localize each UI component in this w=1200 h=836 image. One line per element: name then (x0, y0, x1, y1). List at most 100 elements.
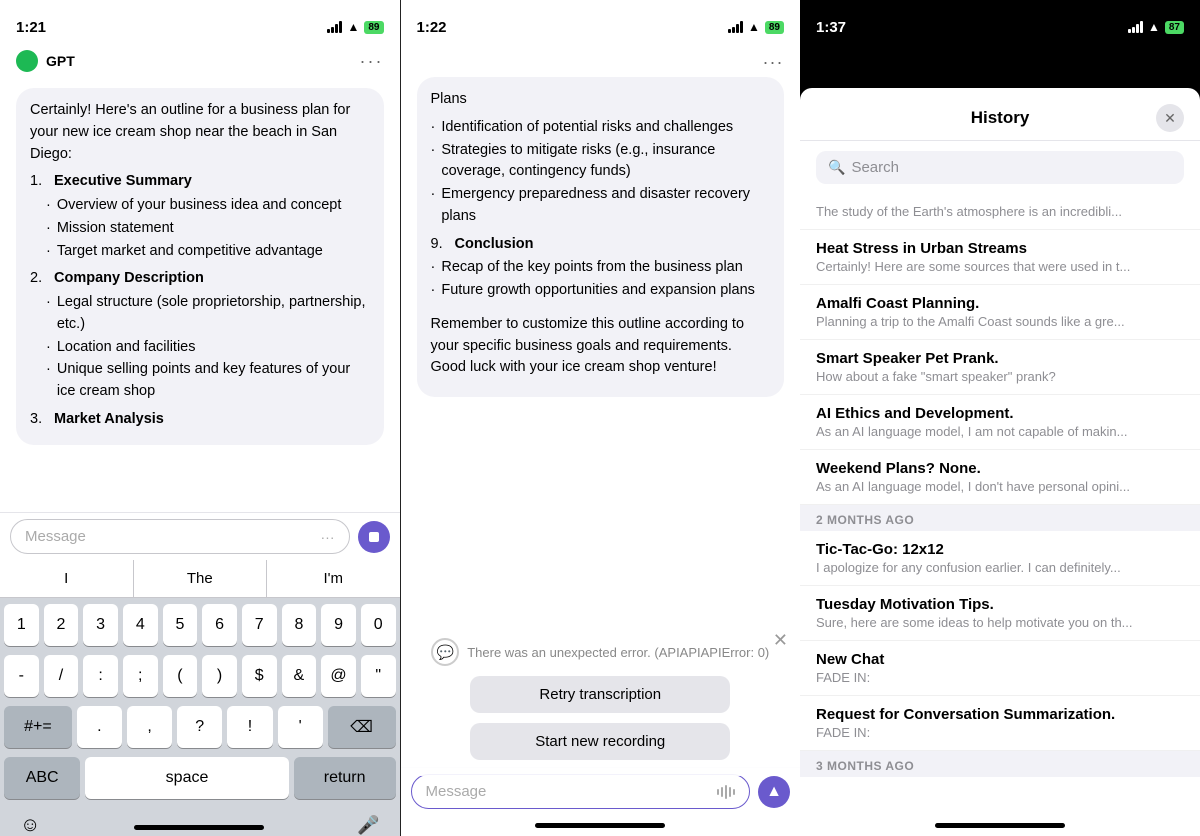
key-semicolon[interactable]: ; (123, 655, 158, 697)
key-period[interactable]: . (77, 706, 122, 748)
list-item: Overview of your business idea and conce… (46, 195, 370, 217)
outline-list: 1. Executive Summary Overview of your bu… (30, 171, 370, 430)
key-apostrophe[interactable]: ' (278, 706, 323, 748)
key-4[interactable]: 4 (123, 604, 158, 646)
message-placeholder-1: Message (25, 528, 86, 545)
key-0[interactable]: 0 (361, 604, 396, 646)
suggestion-im[interactable]: I'm (267, 560, 400, 597)
key-dollar[interactable]: $ (242, 655, 277, 697)
history-header: History ✕ (800, 88, 1200, 141)
key-6[interactable]: 6 (202, 604, 237, 646)
key-5[interactable]: 5 (163, 604, 198, 646)
status-time-1: 1:21 (16, 19, 46, 36)
history-item-preview: How about a fake "smart speaker" prank? (816, 369, 1156, 384)
key-return[interactable]: return (294, 757, 396, 799)
phone-panel-2: 1:22 ▲ 89 ... Plans Identification of po… (401, 0, 801, 836)
key-ampersand[interactable]: & (282, 655, 317, 697)
key-hashplus[interactable]: #+= (4, 706, 72, 748)
key-lparen[interactable]: ( (163, 655, 198, 697)
key-3[interactable]: 3 (83, 604, 118, 646)
key-9[interactable]: 9 (321, 604, 356, 646)
key-8[interactable]: 8 (282, 604, 317, 646)
send-button-2[interactable]: ▲ (758, 776, 790, 808)
key-rparen[interactable]: ) (202, 655, 237, 697)
history-item-conversation-summary[interactable]: Request for Conversation Summarization. … (800, 696, 1200, 751)
list-item: Mission statement (46, 218, 370, 240)
risk-list: Identification of potential risks and ch… (431, 117, 771, 228)
audio-wave-icon (717, 784, 735, 800)
panel2-dots-row: ... (401, 44, 801, 73)
history-list: The study of the Earth's atmosphere is a… (800, 194, 1200, 815)
wifi-icon-3: ▲ (1148, 20, 1160, 34)
partial-history-item[interactable]: The study of the Earth's atmosphere is a… (800, 194, 1200, 230)
signal-bar (327, 29, 330, 33)
message-field-2[interactable]: Message (411, 774, 751, 809)
wifi-icon: ▲ (347, 20, 359, 34)
history-item-ai-ethics[interactable]: AI Ethics and Development. As an AI lang… (800, 395, 1200, 450)
sub-list-1: Overview of your business idea and conce… (30, 195, 370, 262)
more-options-button-2[interactable]: ... (763, 48, 784, 69)
history-close-button[interactable]: ✕ (1156, 104, 1184, 132)
history-item-amalfi[interactable]: Amalfi Coast Planning. Planning a trip t… (800, 285, 1200, 340)
key-slash[interactable]: / (44, 655, 79, 697)
phone-panel-1: 1:21 ▲ 89 GPT ··· Certainly! Here's an o… (0, 0, 401, 836)
key-2[interactable]: 2 (44, 604, 79, 646)
backspace-key[interactable]: ⌫ (328, 706, 396, 748)
signal-bar (339, 21, 342, 33)
key-1[interactable]: 1 (4, 604, 39, 646)
key-quote[interactable]: " (361, 655, 396, 697)
history-item-new-chat[interactable]: New Chat FADE IN: (800, 641, 1200, 696)
history-item-title: Request for Conversation Summarization. (816, 706, 1184, 723)
history-item-tictacgo[interactable]: Tic-Tac-Go: 12x12 I apologize for any co… (800, 531, 1200, 586)
key-7[interactable]: 7 (242, 604, 277, 646)
conclusion-list: Recap of the key points from the busines… (431, 257, 771, 302)
more-options-button[interactable]: ··· (360, 51, 384, 72)
search-icon: 🔍 (828, 159, 845, 176)
signal-bar (335, 24, 338, 33)
history-item-preview: I apologize for any confusion earlier. I… (816, 560, 1156, 575)
key-row-misc: #+= . , ? ! ' ⌫ (4, 706, 396, 748)
key-question[interactable]: ? (177, 706, 222, 748)
retry-transcription-button[interactable]: Retry transcription (470, 676, 730, 713)
history-item-smart-speaker[interactable]: Smart Speaker Pet Prank. How about a fak… (800, 340, 1200, 395)
history-item-preview: Planning a trip to the Amalfi Coast soun… (816, 314, 1156, 329)
search-bar[interactable]: 🔍 Search (816, 151, 1184, 184)
gpt-avatar (16, 50, 38, 72)
section-header-3months: 3 MONTHS AGO (800, 751, 1200, 777)
message-field-1[interactable]: Message ··· (10, 519, 350, 554)
message-input-row-1: Message ··· (0, 512, 400, 560)
key-colon[interactable]: : (83, 655, 118, 697)
history-item-preview: Sure, here are some ideas to help motiva… (816, 615, 1156, 630)
key-comma[interactable]: , (127, 706, 172, 748)
closing-text: Remember to customize this outline accor… (431, 314, 771, 379)
key-at[interactable]: @ (321, 655, 356, 697)
stop-button-1[interactable] (358, 521, 390, 553)
key-row-numbers: 1 2 3 4 5 6 7 8 9 0 (4, 604, 396, 646)
history-item-preview: FADE IN: (816, 670, 1156, 685)
key-dash[interactable]: - (4, 655, 39, 697)
close-error-button[interactable]: ✕ (773, 630, 788, 651)
suggestion-the[interactable]: The (134, 560, 268, 597)
suggestion-i[interactable]: I (0, 560, 134, 597)
history-title: History (844, 108, 1156, 128)
list-item: Target market and competitive advantage (46, 241, 370, 263)
history-item-tuesday[interactable]: Tuesday Motivation Tips. Sure, here are … (800, 586, 1200, 641)
section-header-2months: 2 MONTHS AGO (800, 505, 1200, 531)
keyboard-1: I The I'm 1 2 3 4 5 6 7 8 9 0 - / : ; (0, 560, 400, 836)
keyboard-suggestions: I The I'm (0, 560, 400, 598)
emoji-button[interactable]: ☺ (20, 814, 40, 836)
list-item: Strategies to mitigate risks (e.g., insu… (431, 140, 771, 184)
home-indicator-3 (935, 823, 1065, 828)
status-icons-3: ▲ 87 (1128, 20, 1184, 34)
history-item-heat-stress[interactable]: Heat Stress in Urban Streams Certainly! … (800, 230, 1200, 285)
outline-item-3: 3. Market Analysis (30, 409, 370, 431)
chat-intro: Certainly! Here's an outline for a busin… (30, 100, 370, 165)
start-new-recording-button[interactable]: Start new recording (470, 723, 730, 760)
key-abc[interactable]: ABC (4, 757, 80, 799)
key-exclaim[interactable]: ! (227, 706, 272, 748)
chat-content-1: Certainly! Here's an outline for a busin… (0, 80, 400, 512)
microphone-button[interactable]: 🎤 (357, 815, 379, 836)
history-item-weekend-plans[interactable]: Weekend Plans? None. As an AI language m… (800, 450, 1200, 505)
key-space[interactable]: space (85, 757, 288, 799)
list-item: Location and facilities (46, 337, 370, 359)
